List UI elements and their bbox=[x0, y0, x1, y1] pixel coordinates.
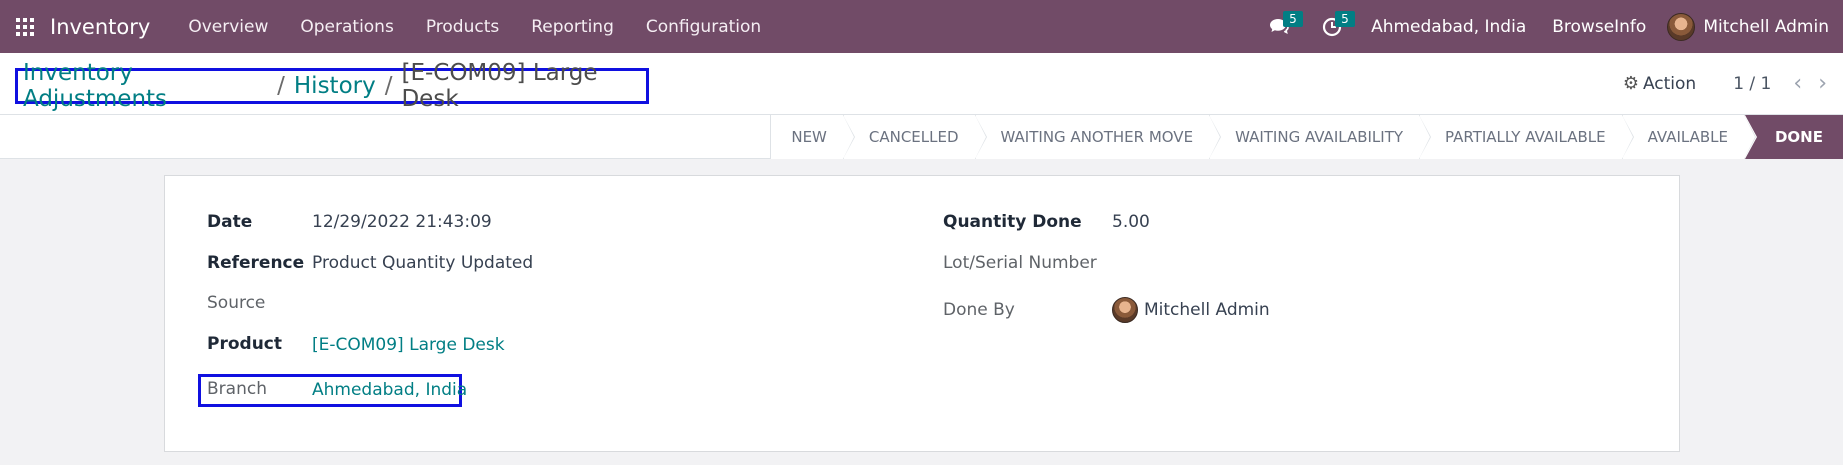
product-link[interactable]: [E-COM09] Large Desk bbox=[312, 335, 505, 355]
pager-previous-icon[interactable]: ‹ bbox=[1793, 71, 1802, 96]
status-done[interactable]: DONE bbox=[1743, 115, 1843, 159]
status-partially-available[interactable]: PARTIALLY AVAILABLE bbox=[1419, 115, 1634, 159]
done-by-name: Mitchell Admin bbox=[1144, 300, 1270, 320]
breadcrumb: Inventory Adjustments / History / [E-COM… bbox=[15, 60, 649, 112]
status-waiting-availability[interactable]: WAITING AVAILABILITY bbox=[1209, 115, 1431, 159]
status-available[interactable]: AVAILABLE bbox=[1621, 115, 1757, 159]
menu-overview[interactable]: Overview bbox=[172, 0, 284, 53]
done-by-field[interactable]: Mitchell Admin bbox=[1112, 297, 1270, 323]
user-menu[interactable]: Mitchell Admin bbox=[1659, 12, 1843, 41]
messages-icon[interactable]: 5 bbox=[1254, 0, 1306, 53]
date-value: 12/29/2022 21:43:09 bbox=[312, 212, 492, 232]
pager-value[interactable]: 1 / 1 bbox=[1733, 74, 1771, 94]
messages-badge: 5 bbox=[1283, 11, 1303, 27]
user-avatar bbox=[1667, 12, 1696, 41]
app-title[interactable]: Inventory bbox=[50, 15, 150, 39]
branch-switcher[interactable]: BrowseInfo bbox=[1539, 17, 1659, 37]
breadcrumb-separator: / bbox=[384, 73, 393, 99]
source-label: Source bbox=[207, 293, 266, 313]
status-waiting-another-move[interactable]: WAITING ANOTHER MOVE bbox=[974, 115, 1221, 159]
activities-badge: 5 bbox=[1335, 11, 1355, 27]
gear-icon: ⚙ bbox=[1622, 73, 1639, 94]
reference-label: Reference bbox=[207, 253, 305, 273]
company-switcher[interactable]: Ahmedabad, India bbox=[1358, 17, 1539, 37]
user-name: Mitchell Admin bbox=[1703, 16, 1829, 37]
menu-products[interactable]: Products bbox=[410, 0, 515, 53]
activities-clock-icon[interactable]: 5 bbox=[1306, 0, 1358, 53]
control-panel: Inventory Adjustments / History / [E-COM… bbox=[0, 53, 1843, 114]
status-bar: NEW CANCELLED WAITING ANOTHER MOVE WAITI… bbox=[0, 114, 1843, 159]
done-by-label: Done By bbox=[943, 300, 1015, 320]
action-button[interactable]: ⚙ Action bbox=[1623, 73, 1696, 94]
status-done-label: DONE bbox=[1774, 128, 1823, 146]
status-cancelled[interactable]: CANCELLED bbox=[842, 115, 987, 159]
top-navbar: Inventory Overview Operations Products R… bbox=[0, 0, 1843, 53]
menu-operations[interactable]: Operations bbox=[284, 0, 409, 53]
branch-link[interactable]: Ahmedabad, India bbox=[312, 380, 467, 400]
status-new[interactable]: NEW bbox=[770, 115, 855, 159]
form-sheet: Date 12/29/2022 21:43:09 Reference Produ… bbox=[164, 175, 1680, 452]
done-by-avatar bbox=[1112, 297, 1138, 323]
menu-configuration[interactable]: Configuration bbox=[630, 0, 777, 53]
pager-next-icon[interactable]: › bbox=[1818, 71, 1827, 96]
action-label: Action bbox=[1642, 73, 1697, 94]
breadcrumb-inventory-adjustments[interactable]: Inventory Adjustments bbox=[23, 60, 268, 112]
product-label: Product bbox=[207, 334, 282, 354]
breadcrumb-separator: / bbox=[277, 73, 285, 99]
reference-value: Product Quantity Updated bbox=[312, 253, 534, 273]
date-label: Date bbox=[207, 212, 253, 232]
quantity-done-label: Quantity Done bbox=[943, 212, 1082, 232]
apps-menu-icon[interactable] bbox=[0, 0, 50, 53]
lot-serial-label: Lot/Serial Number bbox=[943, 253, 1097, 273]
breadcrumb-current: [E-COM09] Large Desk bbox=[401, 60, 598, 112]
menu-reporting[interactable]: Reporting bbox=[515, 0, 630, 53]
branch-label: Branch bbox=[207, 379, 267, 399]
quantity-done-value: 5.00 bbox=[1112, 212, 1150, 232]
breadcrumb-history[interactable]: History bbox=[294, 73, 376, 99]
